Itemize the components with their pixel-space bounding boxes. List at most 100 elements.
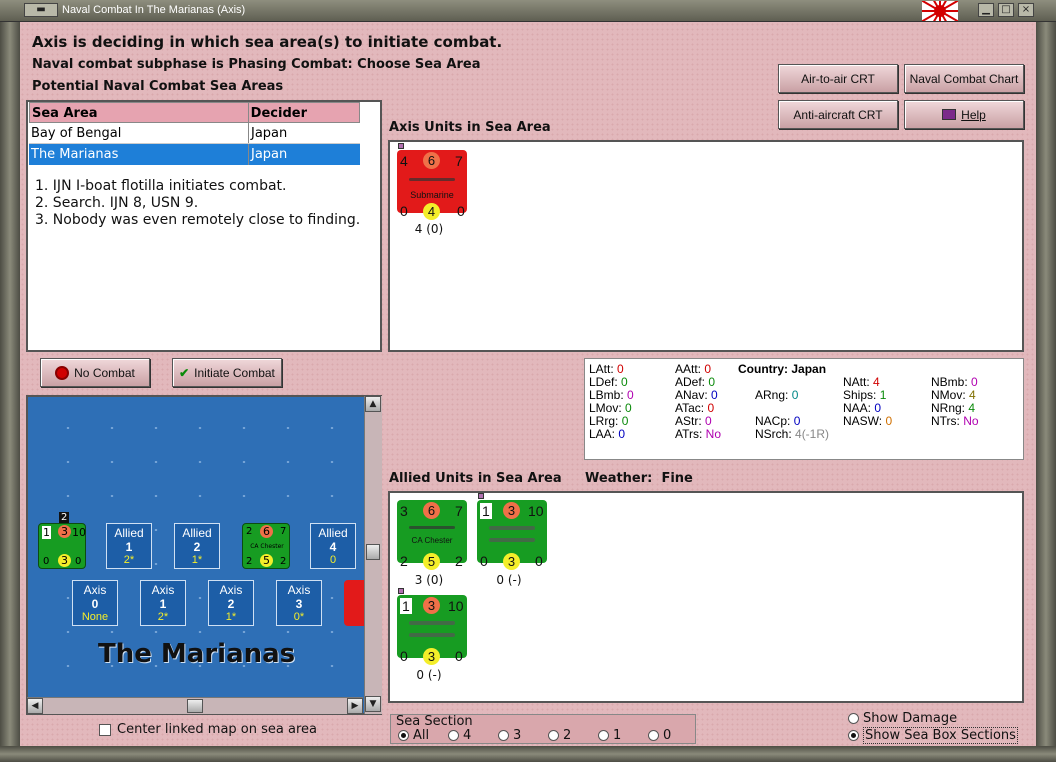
sea-section-legend: Sea Section	[396, 714, 473, 729]
sea-section-radio-1[interactable]: 1	[598, 728, 621, 743]
map-unit-stack[interactable]: 2 1 3 10 0 3 0	[38, 512, 86, 569]
stat-key: NMov:	[931, 388, 970, 402]
map-vertical-scrollbar[interactable]: ▲ ▼	[364, 396, 382, 714]
window-title: Naval Combat In The Marianas (Axis)	[62, 4, 246, 16]
scroll-up-icon[interactable]: ▲	[365, 396, 381, 412]
box-side: Allied	[318, 526, 348, 540]
sea-section-radio-all[interactable]: All	[398, 728, 429, 743]
box-val: 1*	[191, 554, 203, 566]
scroll-thumb[interactable]	[187, 699, 203, 713]
radio-dot[interactable]	[648, 730, 659, 741]
title-bar[interactable]: ▬ Naval Combat In The Marianas (Axis) ▁ …	[0, 0, 1056, 22]
stat-value: 0	[621, 414, 629, 428]
close-button[interactable]: ×	[1018, 3, 1034, 17]
air-to-air-crt-button[interactable]: Air-to-air CRT	[778, 64, 898, 93]
subphase-text: Naval combat subphase is Phasing Combat:…	[32, 57, 481, 72]
show-damage-label: Show Damage	[863, 711, 958, 726]
radio-dot[interactable]	[398, 730, 409, 741]
stat-key: ANav:	[675, 388, 712, 402]
stat-key: ATac:	[675, 401, 708, 415]
allied-unit-3[interactable]: 1 3 10 0 3 0	[397, 595, 467, 665]
scroll-down-icon[interactable]: ▼	[365, 696, 381, 712]
no-combat-button[interactable]: No Combat	[40, 358, 150, 387]
box-num: 3	[295, 597, 303, 611]
checkbox-box[interactable]	[99, 723, 111, 736]
radio-dot[interactable]	[598, 730, 609, 741]
stat-value: 0	[617, 362, 624, 376]
naval-combat-chart-label: Naval Combat Chart	[909, 71, 1019, 86]
initiate-combat-button[interactable]: ✔ Initiate Combat	[172, 358, 282, 387]
map-sea-area-title: The Marianas	[98, 639, 296, 669]
unit-defense: 6	[423, 502, 440, 519]
unit-bl: 0	[400, 203, 408, 219]
unit-move: 10	[448, 598, 464, 614]
radio-dot[interactable]	[848, 730, 859, 741]
row-area: The Marianas	[29, 144, 249, 165]
stat-key: NSrch:	[755, 427, 796, 441]
table-row-selected[interactable]: The Marianas Japan	[29, 144, 360, 165]
unit-bc: 3	[503, 553, 520, 570]
box-val: 0	[329, 554, 337, 566]
help-book-icon	[942, 109, 957, 120]
naval-combat-window: ▬ Naval Combat In The Marianas (Axis) ▁ …	[0, 0, 1056, 762]
box-val: 1*	[225, 611, 237, 623]
anti-aircraft-crt-button[interactable]: Anti-aircraft CRT	[778, 100, 898, 129]
minimize-button[interactable]: ▁	[978, 3, 994, 17]
maximize-button[interactable]: □	[998, 3, 1014, 17]
map-horizontal-scrollbar[interactable]: ◀ ▶	[27, 697, 363, 714]
map-box-axis-3[interactable]: Axis 3 0*	[276, 580, 322, 626]
unit-br: 0	[535, 553, 543, 569]
ship-silhouette-icon	[489, 538, 535, 542]
japan-flag-icon	[922, 1, 958, 21]
radio-dot[interactable]	[498, 730, 509, 741]
map-unit-ca-chester[interactable]: 2 6 7 CA Chester 2 5 2	[242, 523, 290, 569]
help-button[interactable]: Help	[904, 100, 1024, 129]
allied-unit-2[interactable]: 1 3 10 0 3 0	[477, 500, 547, 570]
show-damage-option[interactable]: Show Damage	[848, 711, 957, 726]
sea-section-radio-0[interactable]: 0	[648, 728, 671, 743]
scroll-left-icon[interactable]: ◀	[27, 698, 43, 714]
allied-unit-ca-chester[interactable]: 3 6 7 CA Chester 2 5 2	[397, 500, 467, 570]
scroll-right-icon[interactable]: ▶	[347, 698, 363, 714]
map-box-allied-1[interactable]: Allied 1 2*	[106, 523, 152, 569]
stat-anav: ANav: 0	[675, 388, 718, 402]
map-box-allied-4[interactable]: Allied 4 0	[310, 523, 356, 569]
radio-dot[interactable]	[448, 730, 459, 741]
stat-value: 4(-1R)	[795, 427, 830, 441]
sea-area-map[interactable]: Allied 1 2* Allied 2 1* Allied 4 0 Axis 0 None A…	[26, 395, 382, 715]
sea-section-radio-3[interactable]: 3	[498, 728, 521, 743]
center-map-checkbox[interactable]: Center linked map on sea area	[99, 722, 317, 737]
unit-name: CA Chester	[411, 536, 453, 545]
naval-combat-chart-button[interactable]: Naval Combat Chart	[904, 64, 1024, 93]
sea-section-radio-2[interactable]: 2	[548, 728, 571, 743]
radio-label: 0	[663, 728, 672, 743]
box-side: Allied	[182, 526, 212, 540]
stat-arng: ARng: 0	[755, 388, 798, 402]
col-sea-area[interactable]: Sea Area	[30, 103, 249, 122]
scroll-thumb[interactable]	[366, 544, 380, 560]
col-decider[interactable]: Decider	[249, 103, 359, 122]
system-menu-button[interactable]: ▬	[24, 3, 58, 17]
box-side: Axis	[83, 583, 107, 597]
radio-dot[interactable]	[548, 730, 559, 741]
marker-icon	[398, 588, 404, 594]
country-label: Country:	[738, 362, 788, 376]
mini-tr: 10	[72, 526, 86, 539]
unit-name: Submarine	[410, 190, 454, 200]
map-box-axis-1[interactable]: Axis 1 2*	[140, 580, 186, 626]
stat-nmov: NMov: 4	[931, 388, 976, 402]
table-row[interactable]: Bay of Bengal Japan	[29, 123, 360, 144]
stat-key: NASW:	[843, 414, 886, 428]
map-box-allied-2[interactable]: Allied 2 1*	[174, 523, 220, 569]
unit-bl: 2	[400, 553, 408, 569]
show-sea-box-sections-option[interactable]: Show Sea Box Sections	[848, 727, 1018, 744]
log-line: 1. IJN I-boat flotilla initiates combat.	[35, 178, 287, 194]
unit-attack: 4	[400, 153, 408, 169]
unit-strength: 3 (0)	[414, 573, 444, 587]
stat-key: NAA:	[843, 401, 875, 415]
sea-section-radio-4[interactable]: 4	[448, 728, 471, 743]
map-box-axis-0[interactable]: Axis 0 None	[72, 580, 118, 626]
map-box-axis-2[interactable]: Axis 2 1*	[208, 580, 254, 626]
radio-dot[interactable]	[848, 713, 859, 724]
axis-unit-submarine[interactable]: 4 6 7 Submarine 0 4 0	[397, 150, 467, 220]
